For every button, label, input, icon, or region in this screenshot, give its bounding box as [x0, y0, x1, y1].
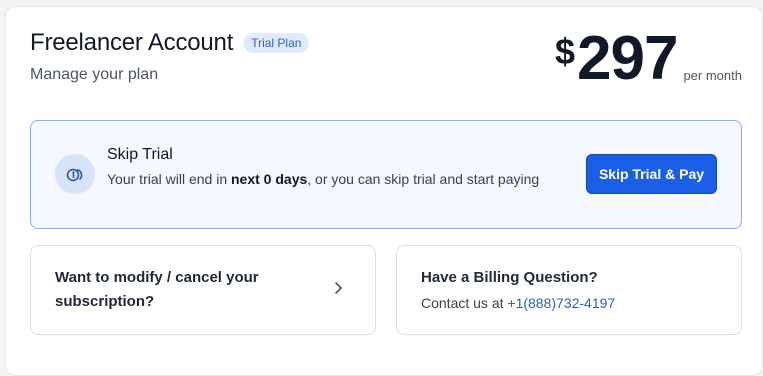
page-subtitle: Manage your plan [30, 66, 159, 83]
price-display: $ 297 per month [555, 23, 742, 95]
billing-contact: Contact us at +1(888)732-4197 [421, 295, 615, 311]
skip-trial-description: Your trial will end in next 0 days, or y… [107, 168, 547, 190]
page-title: Freelancer Account [30, 29, 234, 56]
trial-desc-suffix: , or you can skip trial and start paying [307, 171, 540, 187]
price-amount: 297 [577, 24, 678, 93]
price-currency: $ [554, 31, 575, 72]
trial-desc-prefix: Your trial will end in [107, 171, 231, 187]
skip-trial-pay-button[interactable]: Skip Trial & Pay [586, 154, 717, 194]
skip-trial-banner: Skip Trial Your trial will end in next 0… [30, 120, 742, 229]
trial-days-remaining: next 0 days [231, 171, 308, 187]
plan-badge: Trial Plan [243, 33, 310, 53]
modify-subscription-label: Want to modify / cancel your subscriptio… [55, 269, 259, 310]
billing-question-title: Have a Billing Question? [421, 269, 598, 286]
skip-trial-title: Skip Trial [107, 146, 173, 163]
modify-subscription-card[interactable]: Want to modify / cancel your subscriptio… [30, 245, 376, 335]
price-period: per month [683, 68, 742, 83]
chevron-right-icon [335, 282, 342, 294]
plan-card: Freelancer Account Trial Plan Manage you… [5, 6, 763, 376]
title-row: Freelancer Account Trial Plan [30, 29, 310, 57]
billing-question-card: Have a Billing Question? Contact us at +… [396, 245, 742, 335]
billing-phone-link[interactable]: +1(888)732-4197 [507, 295, 615, 311]
coin-icon [55, 154, 95, 194]
billing-contact-prefix: Contact us at [421, 295, 508, 311]
